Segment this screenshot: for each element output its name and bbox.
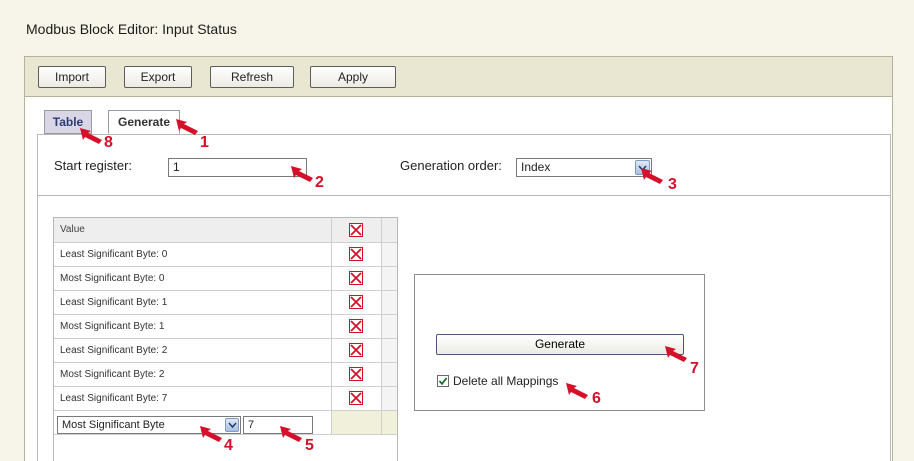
delete-all-mappings-label[interactable]: Delete all Mappings — [453, 374, 558, 388]
delete-x-icon[interactable] — [349, 343, 363, 357]
table-row[interactable]: Least Significant Byte: 2 — [54, 338, 397, 363]
start-register-label: Start register: — [54, 158, 133, 173]
arrow-pointer-icon — [80, 128, 102, 144]
generation-order-value: Index — [521, 160, 551, 174]
row-value: Most Significant Byte: 0 — [54, 266, 331, 291]
tab-generate[interactable]: Generate — [108, 110, 180, 134]
delete-x-icon[interactable] — [349, 295, 363, 309]
callout-5: 5 — [305, 437, 314, 454]
delete-x-icon[interactable] — [349, 391, 363, 405]
arrow-pointer-icon — [200, 426, 222, 442]
export-button[interactable]: Export — [124, 66, 192, 88]
row-value: Least Significant Byte: 7 — [54, 386, 331, 411]
arrow-pointer-icon — [280, 426, 302, 442]
value-column-header: Value — [54, 218, 331, 243]
callout-2: 2 — [315, 174, 324, 191]
window-title: Modbus Block Editor: Input Status — [26, 21, 237, 37]
start-register-input[interactable]: 1 — [168, 158, 307, 177]
callout-8: 8 — [104, 134, 113, 151]
byte-order-value: Most Significant Byte — [62, 419, 165, 431]
delete-all-mappings-checkbox[interactable] — [437, 375, 449, 387]
table-row[interactable]: Least Significant Byte: 7 — [54, 386, 397, 411]
delete-x-icon[interactable] — [349, 222, 363, 237]
apply-button[interactable]: Apply — [310, 66, 396, 88]
toolbar: Import Export Refresh Apply — [24, 56, 893, 97]
table-header-row: Value — [54, 218, 397, 243]
callout-7: 7 — [690, 360, 699, 377]
callout-3: 3 — [668, 176, 677, 193]
generation-order-select[interactable]: Index — [516, 158, 652, 177]
row-value: Least Significant Byte: 1 — [54, 290, 331, 315]
generate-button[interactable]: Generate — [436, 334, 684, 355]
arrow-pointer-icon — [291, 166, 313, 182]
table-row[interactable]: Most Significant Byte: 0 — [54, 266, 397, 291]
refresh-button[interactable]: Refresh — [210, 66, 294, 88]
row-value: Most Significant Byte: 2 — [54, 362, 331, 387]
delete-column-header[interactable] — [330, 218, 381, 243]
arrow-pointer-icon — [641, 168, 663, 184]
row-value: Most Significant Byte: 1 — [54, 314, 331, 339]
table-row[interactable]: Most Significant Byte: 2 — [54, 362, 397, 387]
delete-x-icon[interactable] — [349, 367, 363, 381]
row-value: Least Significant Byte: 2 — [54, 338, 331, 363]
arrow-pointer-icon — [176, 119, 198, 135]
callout-6: 6 — [592, 390, 601, 407]
import-button[interactable]: Import — [38, 66, 106, 88]
arrow-pointer-icon — [665, 346, 687, 362]
delete-x-icon[interactable] — [349, 319, 363, 333]
row-value: Least Significant Byte: 0 — [54, 242, 331, 267]
table-row[interactable]: Least Significant Byte: 1 — [54, 290, 397, 315]
delete-x-icon[interactable] — [349, 271, 363, 285]
table-row[interactable]: Least Significant Byte: 0 — [54, 242, 397, 267]
arrow-pointer-icon — [566, 383, 588, 399]
chevron-down-icon[interactable] — [225, 418, 239, 432]
callout-1: 1 — [200, 134, 209, 151]
delete-x-icon[interactable] — [349, 247, 363, 261]
table-row[interactable]: Most Significant Byte: 1 — [54, 314, 397, 339]
checkmark-icon — [438, 377, 448, 386]
generation-order-label: Generation order: — [400, 158, 502, 173]
callout-4: 4 — [224, 437, 233, 454]
